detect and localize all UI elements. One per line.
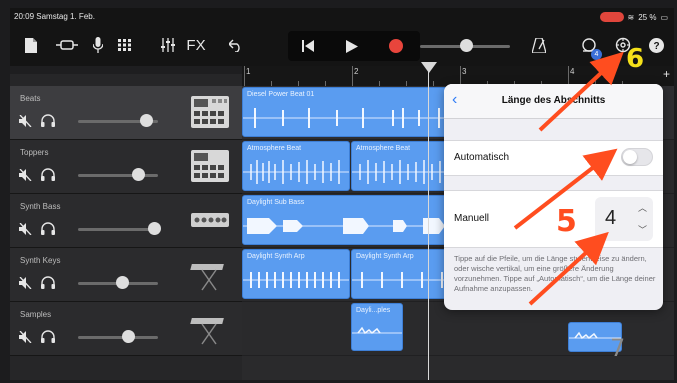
annotation-step-6: 6: [626, 44, 645, 74]
arrow-to-settings: [538, 51, 624, 132]
annotation-arrows: [513, 51, 624, 306]
arrow-to-stepper: [528, 231, 609, 306]
annotation-step-7: 7: [610, 334, 626, 362]
annotation-step-5: 5: [556, 204, 577, 239]
garageband-window: 20:09 Samstag 1. Feb. ≋ 25 % ▭ FX 4 ? 1 …: [10, 8, 674, 380]
